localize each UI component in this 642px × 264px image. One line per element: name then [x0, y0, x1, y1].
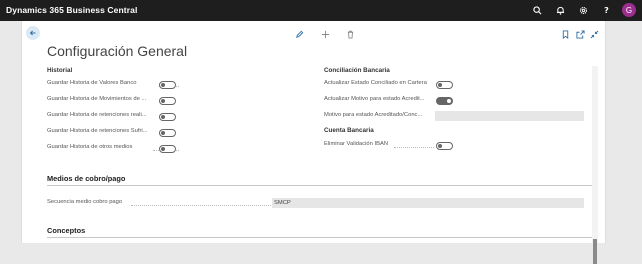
toggle-guardar-movimientos[interactable]	[159, 97, 176, 105]
toggle-knob	[161, 147, 165, 151]
toggle-knob	[438, 83, 442, 87]
collapse-icon	[590, 30, 598, 38]
toggle-actualizar-estado-conciliado[interactable]	[436, 81, 453, 89]
dotted-leader	[394, 147, 434, 148]
field-label: Guardar Historia de retenciones Sufri...	[47, 128, 148, 134]
medios-section-title[interactable]: Medios de cobro/pago	[47, 174, 125, 183]
top-bar: Dynamics 365 Business Central ? G	[0, 0, 642, 21]
delete-icon	[347, 30, 353, 39]
add-icon	[321, 30, 329, 38]
avatar[interactable]: G	[622, 3, 636, 17]
toggle-guardar-otros-medios[interactable]	[159, 145, 176, 153]
medios-row: Secuencia medio cobro pago	[47, 199, 295, 209]
app-title: Dynamics 365 Business Central	[6, 5, 138, 15]
toggle-knob	[161, 131, 165, 135]
cuenta-row: Eliminar Validación IBAN	[324, 141, 452, 151]
gear-icon[interactable]	[576, 3, 590, 17]
svg-text:?: ?	[604, 5, 609, 15]
back-button[interactable]	[26, 26, 40, 40]
toggle-guardar-valores-banco[interactable]	[159, 81, 176, 89]
field-label: Actualizar Motivo para estado Acredit...	[324, 96, 425, 102]
edit-icon	[295, 30, 303, 38]
field-label: Actualizar Estado Conciliado en Cartera	[324, 80, 427, 86]
conceptos-section-title[interactable]: Conceptos	[47, 226, 85, 235]
motivo-acreditado-input[interactable]	[435, 111, 584, 121]
conciliacion-row: Actualizar Motivo para estado Acredit...	[324, 96, 452, 106]
field-label: Secuencia medio cobro pago	[47, 199, 123, 205]
bell-icon[interactable]	[553, 3, 567, 17]
collapse-button[interactable]	[588, 28, 600, 40]
dotted-leader	[131, 205, 295, 206]
page-body: Historial Guardar Historia de Valores Ba…	[22, 66, 596, 243]
toggle-knob	[161, 115, 165, 119]
secuencia-medio-input[interactable]: SMCP	[272, 198, 584, 208]
edit-button[interactable]	[293, 28, 305, 40]
section-divider	[47, 237, 592, 238]
scrollbar-track[interactable]	[592, 66, 598, 243]
conciliacion-title: Conciliación Bancaria	[324, 67, 390, 74]
section-divider	[47, 185, 592, 186]
page-card: Configuración General Historial Guardar …	[21, 21, 606, 264]
add-button[interactable]	[319, 28, 331, 40]
cuenta-bancaria-title: Cuenta Bancaria	[324, 127, 374, 134]
toggle-actualizar-motivo-acreditado[interactable]	[436, 97, 453, 105]
toggle-knob	[161, 83, 165, 87]
field-label: Guardar Historia de Movimientos de ...	[47, 96, 147, 102]
toggle-guardar-retenciones-realizadas[interactable]	[159, 113, 176, 121]
field-label: Guardar Historia de Valores Banco	[47, 80, 137, 86]
toggle-knob	[447, 99, 451, 103]
open-new-window-button[interactable]	[574, 28, 586, 40]
bookmark-button[interactable]	[559, 28, 571, 40]
conciliacion-row: Motivo para estado Acreditado/Conc...	[324, 112, 432, 122]
bookmark-icon	[562, 29, 568, 39]
toggle-eliminar-validacion-iban[interactable]	[436, 142, 453, 150]
search-icon[interactable]	[530, 3, 544, 17]
arrow-left-icon	[29, 30, 36, 36]
field-label: Motivo para estado Acreditado/Conc...	[324, 112, 423, 118]
open-new-window-icon	[575, 29, 585, 39]
toggle-guardar-retenciones-sufridas[interactable]	[159, 129, 176, 137]
delete-button[interactable]	[344, 28, 356, 40]
page-title: Configuración General	[47, 43, 188, 59]
toggle-knob	[161, 99, 165, 103]
historial-title: Historial	[47, 67, 73, 74]
field-label: Guardar Historia de retenciones reali...	[47, 112, 147, 118]
conciliacion-row: Actualizar Estado Conciliado en Cartera	[324, 80, 452, 90]
help-icon[interactable]: ?	[599, 3, 613, 17]
top-bar-actions: ? G	[521, 3, 636, 17]
field-label: Guardar Historia de otros medios	[47, 144, 133, 150]
toggle-knob	[438, 144, 442, 148]
